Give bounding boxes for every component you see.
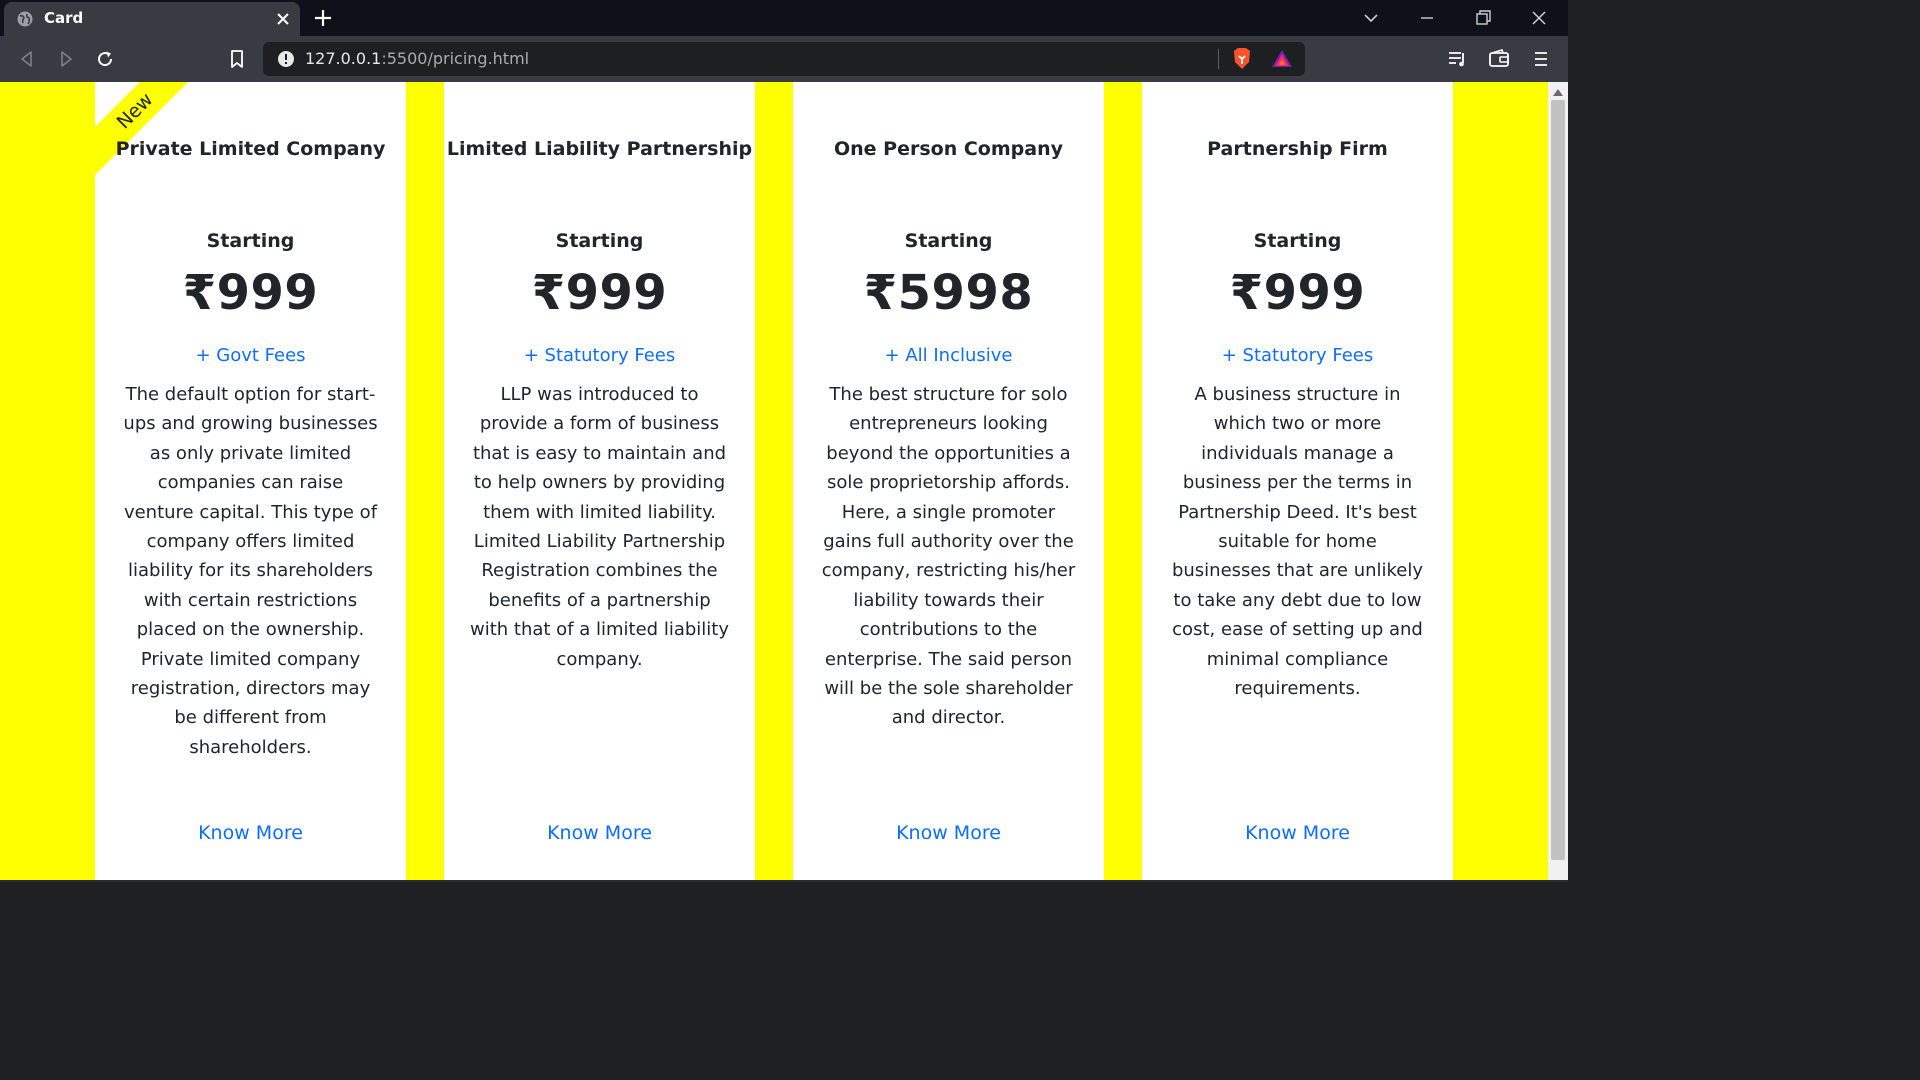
card-price: ₹5998 xyxy=(863,265,1034,321)
brave-rewards-icon[interactable] xyxy=(1271,48,1293,70)
know-more-link[interactable]: Know More xyxy=(95,822,406,844)
bookmark-icon[interactable] xyxy=(226,48,248,70)
card-title: Private Limited Company xyxy=(115,138,386,160)
scroll-up-arrow-icon[interactable] xyxy=(1553,88,1563,96)
card-price: ₹999 xyxy=(531,265,668,321)
url-host: 127.0.0.1 xyxy=(305,49,382,68)
card-fees: + Govt Fees xyxy=(195,345,306,366)
browser-toolbar: 127.0.0.1:5500/pricing.html xyxy=(0,36,1568,82)
card-description: The default option for start-ups and gro… xyxy=(123,384,378,758)
card-title: One Person Company xyxy=(834,138,1063,160)
tab-search-chevron-icon[interactable] xyxy=(1361,8,1381,28)
back-icon[interactable] xyxy=(16,48,38,70)
know-more-link[interactable]: Know More xyxy=(1142,822,1453,844)
vertical-scrollbar[interactable] xyxy=(1548,82,1568,880)
scrollbar-thumb[interactable] xyxy=(1551,100,1565,860)
card-fees: + Statutory Fees xyxy=(523,345,676,366)
page-viewport: New Private Limited Company Starting ₹99… xyxy=(0,82,1548,880)
new-badge: New xyxy=(112,88,158,134)
card-description: The best structure for solo entrepreneur… xyxy=(821,384,1076,729)
know-more-link[interactable]: Know More xyxy=(793,822,1104,844)
new-tab-plus-icon[interactable] xyxy=(312,7,334,29)
restore-icon[interactable] xyxy=(1473,8,1493,28)
card-title: Limited Liability Partnership xyxy=(446,138,753,160)
card-starting-label: Starting xyxy=(206,230,295,252)
omnibox-divider xyxy=(1218,49,1219,69)
wallet-icon[interactable] xyxy=(1488,48,1510,70)
reload-icon[interactable] xyxy=(94,48,116,70)
pricing-card-partnership: Partnership Firm Starting ₹999 + Statuto… xyxy=(1142,82,1453,880)
card-price: ₹999 xyxy=(1229,265,1366,321)
card-title: Partnership Firm xyxy=(1207,138,1388,160)
tab-strip: Card xyxy=(0,0,1568,36)
card-starting-label: Starting xyxy=(555,230,644,252)
globe-icon xyxy=(17,11,33,27)
browser-tab[interactable]: Card xyxy=(4,2,300,36)
card-price: ₹999 xyxy=(182,265,319,321)
card-starting-label: Starting xyxy=(904,230,993,252)
site-info-icon[interactable] xyxy=(277,50,295,68)
menu-icon[interactable] xyxy=(1530,48,1552,70)
card-description: A business structure in which two or mor… xyxy=(1171,384,1424,700)
brave-shields-icon[interactable] xyxy=(1231,47,1253,71)
tab-title: Card xyxy=(44,9,84,27)
forward-icon[interactable] xyxy=(55,48,77,70)
card-description: LLP was introduced to provide a form of … xyxy=(470,384,729,670)
close-window-icon[interactable] xyxy=(1529,8,1549,28)
minimize-icon[interactable] xyxy=(1417,8,1437,28)
know-more-link[interactable]: Know More xyxy=(444,822,755,844)
pricing-card-llp: Limited Liability Partnership Starting ₹… xyxy=(444,82,755,880)
pricing-card-private-limited: New Private Limited Company Starting ₹99… xyxy=(95,82,406,880)
pricing-card-opc: One Person Company Starting ₹5998 + All … xyxy=(793,82,1104,880)
address-bar[interactable]: 127.0.0.1:5500/pricing.html xyxy=(263,42,1305,76)
url-path: :5500/pricing.html xyxy=(381,49,530,68)
card-starting-label: Starting xyxy=(1253,230,1342,252)
playlist-icon[interactable] xyxy=(1446,48,1468,70)
url-text: 127.0.0.1:5500/pricing.html xyxy=(305,49,529,68)
close-tab-icon[interactable] xyxy=(274,10,292,28)
card-fees: + Statutory Fees xyxy=(1221,345,1374,366)
card-fees: + All Inclusive xyxy=(884,345,1013,366)
window-bottom-edge xyxy=(0,880,1568,882)
